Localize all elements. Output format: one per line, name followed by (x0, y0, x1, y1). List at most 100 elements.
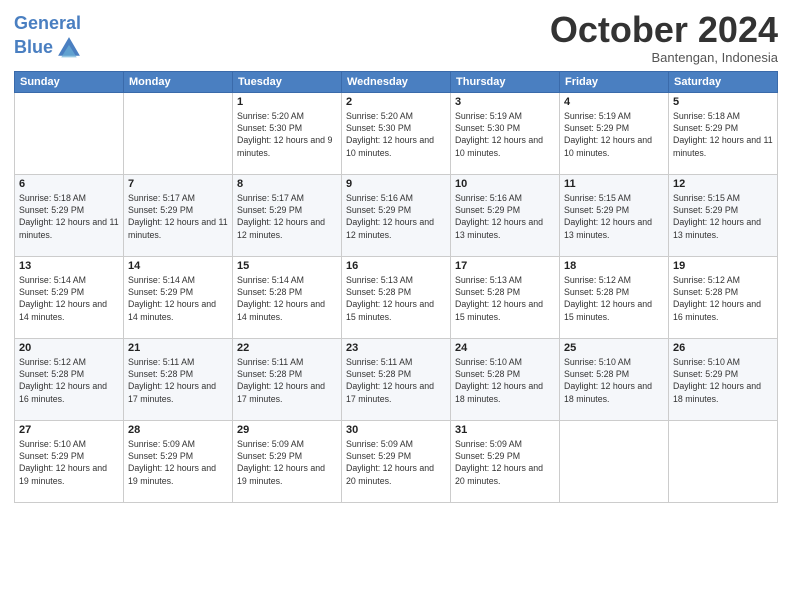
day-number: 7 (128, 178, 228, 190)
day-info: Sunrise: 5:15 AM Sunset: 5:29 PM Dayligh… (673, 192, 773, 241)
cal-cell: 21 Sunrise: 5:11 AM Sunset: 5:28 PM Dayli… (124, 338, 233, 420)
day-info: Sunrise: 5:14 AM Sunset: 5:28 PM Dayligh… (237, 274, 337, 323)
cal-cell: 30Sunrise: 5:09 AM Sunset: 5:29 PM Dayli… (342, 420, 451, 502)
day-number: 17 (455, 260, 555, 272)
header: General Blue October 2024 Bantengan, Ind… (14, 10, 778, 65)
cal-cell: 8 Sunrise: 5:17 AM Sunset: 5:29 PM Daylig… (233, 174, 342, 256)
logo-blue: Blue (14, 38, 53, 58)
week-row-4: 27 Sunrise: 5:10 AM Sunset: 5:29 PM Dayli… (15, 420, 778, 502)
day-info: Sunrise: 5:09 AM Sunset: 5:29 PM Dayligh… (128, 438, 228, 487)
cal-cell (669, 420, 778, 502)
day-number: 15 (237, 260, 337, 272)
week-row-0: 1 Sunrise: 5:20 AM Sunset: 5:30 PM Daylig… (15, 92, 778, 174)
cal-cell: 15 Sunrise: 5:14 AM Sunset: 5:28 PM Dayli… (233, 256, 342, 338)
day-number: 24 (455, 342, 555, 354)
day-info: Sunrise: 5:18 AM Sunset: 5:29 PM Dayligh… (19, 192, 119, 241)
cal-cell: 2 Sunrise: 5:20 AM Sunset: 5:30 PM Daylig… (342, 92, 451, 174)
cal-cell: 3 Sunrise: 5:19 AM Sunset: 5:30 PM Daylig… (451, 92, 560, 174)
day-info: Sunrise: 5:10 AM Sunset: 5:29 PM Dayligh… (673, 356, 773, 405)
day-number: 4 (564, 96, 664, 108)
cal-cell: 20Sunrise: 5:12 AM Sunset: 5:28 PM Dayli… (15, 338, 124, 420)
col-header-sunday: Sunday (15, 71, 124, 92)
day-number: 14 (128, 260, 228, 272)
col-header-thursday: Thursday (451, 71, 560, 92)
week-row-1: 6 Sunrise: 5:18 AM Sunset: 5:29 PM Daylig… (15, 174, 778, 256)
cal-cell: 25 Sunrise: 5:10 AM Sunset: 5:28 PM Dayli… (560, 338, 669, 420)
day-number: 19 (673, 260, 773, 272)
cal-cell: 24 Sunrise: 5:10 AM Sunset: 5:28 PM Dayli… (451, 338, 560, 420)
day-info: Sunrise: 5:14 AM Sunset: 5:29 PM Dayligh… (19, 274, 119, 323)
cal-cell: 13 Sunrise: 5:14 AM Sunset: 5:29 PM Dayli… (15, 256, 124, 338)
day-info: Sunrise: 5:20 AM Sunset: 5:30 PM Dayligh… (237, 110, 337, 159)
day-number: 1 (237, 96, 337, 108)
cal-cell: 27 Sunrise: 5:10 AM Sunset: 5:29 PM Dayli… (15, 420, 124, 502)
day-number: 21 (128, 342, 228, 354)
day-info: Sunrise: 5:17 AM Sunset: 5:29 PM Dayligh… (237, 192, 337, 241)
col-header-tuesday: Tuesday (233, 71, 342, 92)
cal-cell: 14 Sunrise: 5:14 AM Sunset: 5:29 PM Dayli… (124, 256, 233, 338)
day-number: 16 (346, 260, 446, 272)
logo-text: General (14, 14, 83, 34)
day-number: 23 (346, 342, 446, 354)
day-info: Sunrise: 5:11 AM Sunset: 5:28 PM Dayligh… (346, 356, 446, 405)
calendar-table: SundayMondayTuesdayWednesdayThursdayFrid… (14, 71, 778, 503)
day-info: Sunrise: 5:16 AM Sunset: 5:29 PM Dayligh… (346, 192, 446, 241)
day-number: 25 (564, 342, 664, 354)
day-number: 11 (564, 178, 664, 190)
day-number: 27 (19, 424, 119, 436)
logo: General Blue (14, 14, 83, 62)
cal-cell (15, 92, 124, 174)
cal-cell: 16 Sunrise: 5:13 AM Sunset: 5:28 PM Dayli… (342, 256, 451, 338)
day-info: Sunrise: 5:10 AM Sunset: 5:28 PM Dayligh… (564, 356, 664, 405)
cal-cell (124, 92, 233, 174)
day-number: 2 (346, 96, 446, 108)
cal-cell: 28 Sunrise: 5:09 AM Sunset: 5:29 PM Dayli… (124, 420, 233, 502)
day-info: Sunrise: 5:10 AM Sunset: 5:29 PM Dayligh… (19, 438, 119, 487)
cal-cell: 7Sunrise: 5:17 AM Sunset: 5:29 PM Daylig… (124, 174, 233, 256)
day-info: Sunrise: 5:19 AM Sunset: 5:30 PM Dayligh… (455, 110, 555, 159)
month-title: October 2024 (550, 10, 778, 50)
cal-cell: 29Sunrise: 5:09 AM Sunset: 5:29 PM Dayli… (233, 420, 342, 502)
day-number: 6 (19, 178, 119, 190)
logo-general: General (14, 13, 81, 33)
col-header-friday: Friday (560, 71, 669, 92)
cal-cell: 12Sunrise: 5:15 AM Sunset: 5:29 PM Dayli… (669, 174, 778, 256)
day-number: 20 (19, 342, 119, 354)
cal-cell: 6 Sunrise: 5:18 AM Sunset: 5:29 PM Daylig… (15, 174, 124, 256)
cal-cell: 11 Sunrise: 5:15 AM Sunset: 5:29 PM Dayli… (560, 174, 669, 256)
day-info: Sunrise: 5:18 AM Sunset: 5:29 PM Dayligh… (673, 110, 773, 159)
col-header-saturday: Saturday (669, 71, 778, 92)
day-number: 13 (19, 260, 119, 272)
day-number: 18 (564, 260, 664, 272)
day-number: 8 (237, 178, 337, 190)
day-info: Sunrise: 5:11 AM Sunset: 5:28 PM Dayligh… (128, 356, 228, 405)
day-info: Sunrise: 5:16 AM Sunset: 5:29 PM Dayligh… (455, 192, 555, 241)
title-block: October 2024 Bantengan, Indonesia (550, 10, 778, 65)
day-info: Sunrise: 5:09 AM Sunset: 5:29 PM Dayligh… (237, 438, 337, 487)
cal-cell: 9 Sunrise: 5:16 AM Sunset: 5:29 PM Daylig… (342, 174, 451, 256)
week-row-3: 20Sunrise: 5:12 AM Sunset: 5:28 PM Dayli… (15, 338, 778, 420)
day-info: Sunrise: 5:12 AM Sunset: 5:28 PM Dayligh… (564, 274, 664, 323)
day-info: Sunrise: 5:09 AM Sunset: 5:29 PM Dayligh… (455, 438, 555, 487)
day-info: Sunrise: 5:11 AM Sunset: 5:28 PM Dayligh… (237, 356, 337, 405)
day-number: 5 (673, 96, 773, 108)
page: General Blue October 2024 Bantengan, Ind… (0, 0, 792, 612)
day-number: 3 (455, 96, 555, 108)
day-number: 28 (128, 424, 228, 436)
day-number: 10 (455, 178, 555, 190)
day-info: Sunrise: 5:20 AM Sunset: 5:30 PM Dayligh… (346, 110, 446, 159)
cal-cell: 19Sunrise: 5:12 AM Sunset: 5:28 PM Dayli… (669, 256, 778, 338)
col-header-wednesday: Wednesday (342, 71, 451, 92)
cal-cell: 23 Sunrise: 5:11 AM Sunset: 5:28 PM Dayli… (342, 338, 451, 420)
day-info: Sunrise: 5:09 AM Sunset: 5:29 PM Dayligh… (346, 438, 446, 487)
col-header-monday: Monday (124, 71, 233, 92)
day-info: Sunrise: 5:14 AM Sunset: 5:29 PM Dayligh… (128, 274, 228, 323)
day-info: Sunrise: 5:10 AM Sunset: 5:28 PM Dayligh… (455, 356, 555, 405)
day-info: Sunrise: 5:13 AM Sunset: 5:28 PM Dayligh… (346, 274, 446, 323)
day-info: Sunrise: 5:15 AM Sunset: 5:29 PM Dayligh… (564, 192, 664, 241)
day-number: 31 (455, 424, 555, 436)
cal-cell: 4Sunrise: 5:19 AM Sunset: 5:29 PM Daylig… (560, 92, 669, 174)
cal-cell: 31 Sunrise: 5:09 AM Sunset: 5:29 PM Dayli… (451, 420, 560, 502)
day-number: 22 (237, 342, 337, 354)
day-number: 9 (346, 178, 446, 190)
